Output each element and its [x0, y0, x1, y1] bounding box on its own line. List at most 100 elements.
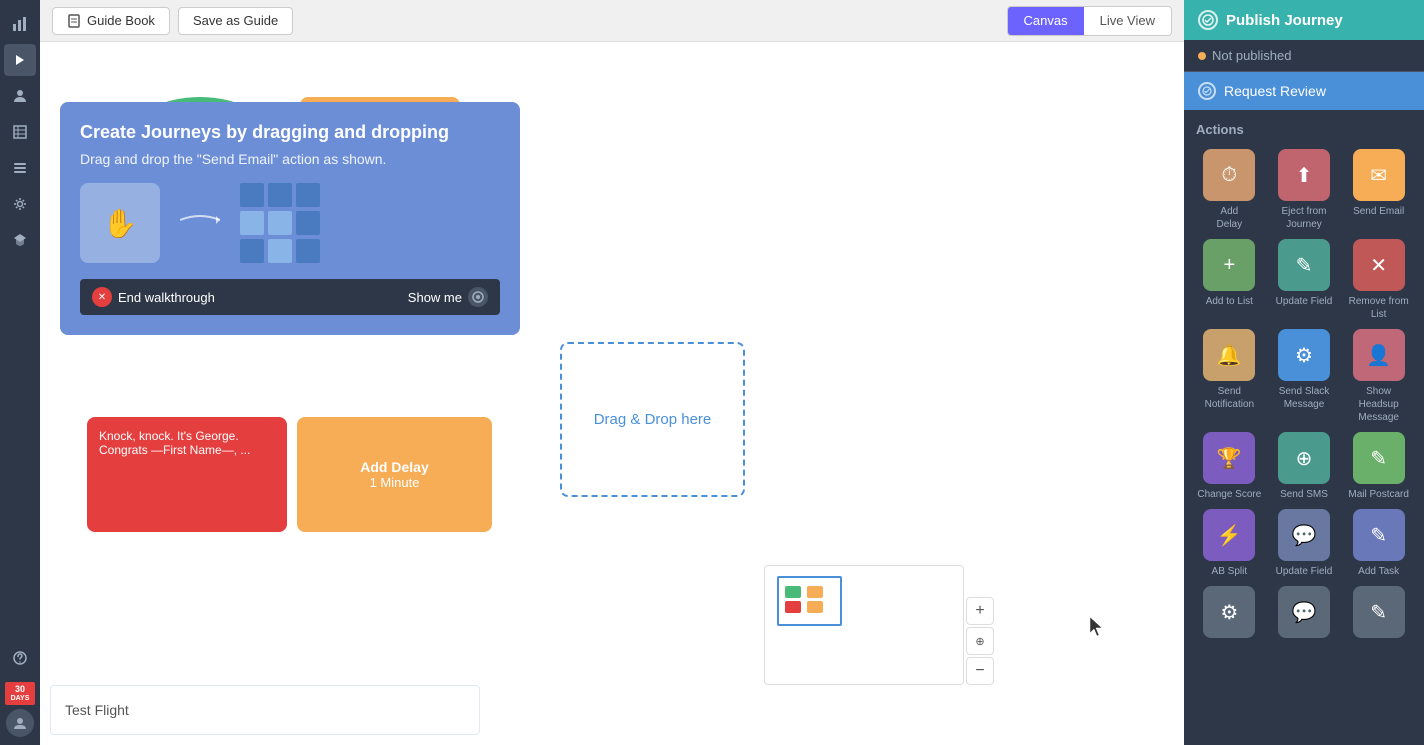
action-item-remove-from-list[interactable]: ✕ Remove from List	[1345, 239, 1412, 321]
live-view-button[interactable]: Live View	[1084, 7, 1171, 35]
action-item-change-score[interactable]: 🏆 Change Score	[1196, 432, 1263, 501]
actions-title: Actions	[1196, 122, 1412, 137]
drag-target	[240, 183, 320, 263]
mini-map-content	[765, 566, 963, 684]
action-icon-ab-split: ⚡	[1203, 509, 1255, 561]
action-icon-add-delay: ⏱	[1203, 149, 1255, 201]
action-icon-send-notification: 🔔	[1203, 329, 1255, 381]
action-icon-update-field: ✎	[1278, 239, 1330, 291]
action-item-show-headsup[interactable]: 👤Show Headsup Message	[1345, 329, 1412, 424]
zoom-fit-button[interactable]: ⊕	[966, 627, 994, 655]
sidebar-item-list[interactable]	[4, 152, 36, 184]
action-item-action16[interactable]: ⚙	[1196, 586, 1263, 642]
action-label-mail-postcard: Mail Postcard	[1348, 488, 1409, 501]
end-icon: ✕	[92, 287, 112, 307]
drag-arrow	[180, 210, 220, 236]
action-label-change-score: Change Score	[1197, 488, 1261, 501]
journey-name-text: Test Flight	[65, 702, 129, 718]
action-label-add-to-list: Add to List	[1206, 295, 1253, 308]
action-icon-add-to-list: +	[1203, 239, 1255, 291]
status-dot	[1198, 52, 1206, 60]
publish-header[interactable]: Publish Journey	[1184, 0, 1424, 40]
not-published-bar: Not published	[1184, 40, 1424, 72]
action-icon-show-headsup: 👤	[1353, 329, 1405, 381]
save-as-guide-button[interactable]: Save as Guide	[178, 7, 293, 35]
sidebar-item-person[interactable]	[4, 80, 36, 112]
action-item-send-sms[interactable]: ⊕Send SMS	[1271, 432, 1338, 501]
action-item-send-slack-message[interactable]: ⚙ Send Slack Message	[1271, 329, 1338, 424]
walkthrough-content: ✋	[80, 183, 500, 263]
action-icon-add-task: ✎	[1353, 509, 1405, 561]
journey-name-bar: Test Flight	[50, 685, 480, 735]
action-item-send-notification[interactable]: 🔔Send Notification	[1196, 329, 1263, 424]
drop-zone[interactable]: Drag & Drop here	[560, 342, 745, 497]
top-bar: Guide Book Save as Guide Canvas Live Vie…	[40, 0, 1184, 42]
action-item-eject-from-journey[interactable]: ⬆ Eject from Journey	[1271, 149, 1338, 231]
publish-check-icon	[1198, 10, 1218, 30]
sidebar-item-table[interactable]	[4, 116, 36, 148]
action-item-add-delay[interactable]: ⏱ Add Delay	[1196, 149, 1263, 231]
action-icon-action16: ⚙	[1203, 586, 1255, 638]
publish-label: Publish Journey	[1226, 12, 1343, 29]
user-avatar[interactable]	[6, 709, 34, 737]
action-item-ab-split[interactable]: ⚡AB Split	[1196, 509, 1263, 578]
action-label-remove-from-list: Remove from List	[1345, 295, 1412, 321]
mini-map	[764, 565, 964, 685]
action-label-add-delay: Add Delay	[1217, 205, 1243, 231]
zoom-controls: + ⊕ −	[966, 597, 994, 685]
actions-section: Actions ⏱ Add Delay ⬆ Eject from Journey ✉ Se…	[1184, 110, 1424, 745]
action-icon-remove-from-list: ✕	[1353, 239, 1405, 291]
end-walkthrough-button[interactable]: ✕ End walkthrough	[92, 287, 215, 307]
action-label-send-slack-message: Send Slack Message	[1271, 385, 1338, 411]
sidebar-item-graduation[interactable]	[4, 224, 36, 256]
action-icon-send-email: ✉	[1353, 149, 1405, 201]
mini-map-viewport	[777, 576, 842, 626]
action-item-action17[interactable]: 💬	[1271, 586, 1338, 642]
action-icon-send-slack-message: ⚙	[1278, 329, 1330, 381]
request-review-button[interactable]: Request Review	[1184, 72, 1424, 110]
action-item-update-field[interactable]: ✎ Update Field	[1271, 239, 1338, 321]
drag-source: ✋	[80, 183, 160, 263]
action-item-mail-postcard[interactable]: ✎Mail Postcard	[1345, 432, 1412, 501]
actions-grid: ⏱ Add Delay ⬆ Eject from Journey ✉ Send Email…	[1196, 149, 1412, 642]
canvas-card-red: Knock, knock. It's George. Congrats —Fir…	[87, 417, 287, 532]
show-me-button[interactable]: Show me	[408, 287, 488, 307]
request-check-icon	[1198, 82, 1216, 100]
action-item-add-to-list[interactable]: + Add to List	[1196, 239, 1263, 321]
zoom-in-button[interactable]: +	[966, 597, 994, 625]
view-toggle: Canvas Live View	[1007, 6, 1172, 36]
days-badge: 30 DAYS	[5, 682, 35, 705]
action-label-eject-from-journey: Eject from Journey	[1271, 205, 1338, 231]
red-card-text: Knock, knock. It's George. Congrats —Fir…	[99, 429, 275, 457]
guide-book-button[interactable]: Guide Book	[52, 7, 170, 35]
action-label-send-email: Send Email	[1353, 205, 1404, 218]
canvas-view-button[interactable]: Canvas	[1008, 7, 1084, 35]
sidebar-item-help[interactable]	[4, 642, 36, 674]
action-icon-change-score: 🏆	[1203, 432, 1255, 484]
action-icon-send-sms: ⊕	[1278, 432, 1330, 484]
sidebar-item-chart[interactable]	[4, 8, 36, 40]
action-item-action18[interactable]: ✎	[1345, 586, 1412, 642]
canvas-card-orange: Add Delay 1 Minute	[297, 417, 492, 532]
right-panel: Publish Journey Not published Request Re…	[1184, 0, 1424, 745]
main-area: Guide Book Save as Guide Canvas Live Vie…	[40, 0, 1184, 745]
sidebar-item-arrow[interactable]	[4, 44, 36, 76]
zoom-out-button[interactable]: −	[966, 657, 994, 685]
orange-card-subtitle: 1 Minute	[370, 475, 420, 490]
left-sidebar: 30 DAYS	[0, 0, 40, 745]
sidebar-item-gear[interactable]	[4, 188, 36, 220]
action-item-send-email[interactable]: ✉ Send Email	[1345, 149, 1412, 231]
walkthrough-overlay: Create Journeys by dragging and dropping…	[60, 102, 520, 335]
walkthrough-footer: ✕ End walkthrough Show me	[80, 279, 500, 315]
walkthrough-subtitle: Drag and drop the "Send Email" action as…	[80, 151, 500, 167]
action-icon-action17: 💬	[1278, 586, 1330, 638]
action-item-add-task[interactable]: ✎ Add Task	[1345, 509, 1412, 578]
action-item-update-field2[interactable]: 💬Update Field	[1271, 509, 1338, 578]
action-icon-update-field2: 💬	[1278, 509, 1330, 561]
orange-card-title: Add Delay	[360, 459, 428, 475]
action-label-add-task: Add Task	[1358, 565, 1399, 578]
action-icon-eject-from-journey: ⬆	[1278, 149, 1330, 201]
action-icon-action18: ✎	[1353, 586, 1405, 638]
canvas-area[interactable]: Create Journeys by dragging and dropping…	[40, 42, 1184, 745]
action-label-update-field: Update Field	[1276, 295, 1333, 308]
